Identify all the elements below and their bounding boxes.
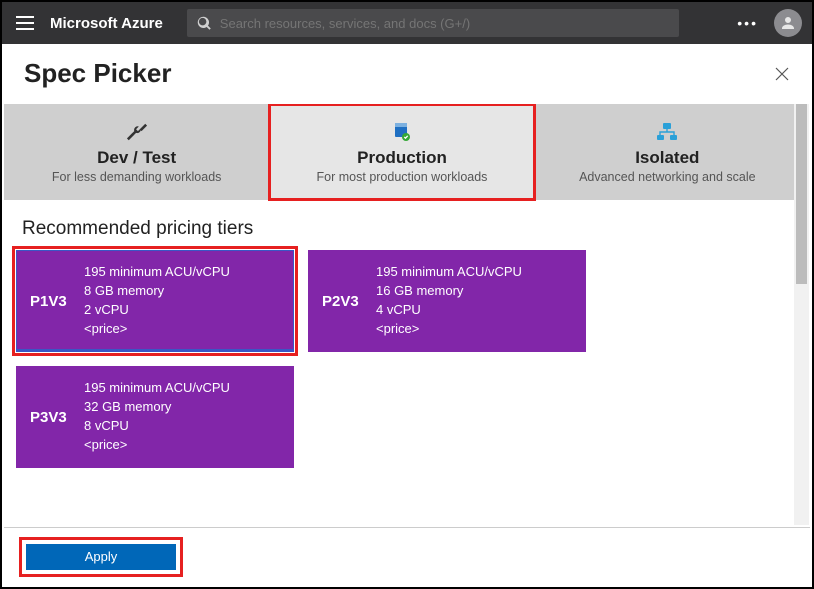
blade-titlebar: Spec Picker xyxy=(2,44,812,99)
tier-vcpu: 4 vCPU xyxy=(376,301,522,320)
tools-icon xyxy=(126,120,148,144)
brand-label: Microsoft Azure xyxy=(50,15,163,32)
menu-icon[interactable] xyxy=(12,12,34,34)
tab-subtitle: For most production workloads xyxy=(317,170,488,184)
close-button[interactable] xyxy=(774,66,790,82)
search-icon xyxy=(197,16,212,31)
tab-production[interactable]: Production For most production workloads xyxy=(269,104,534,200)
tier-acu: 195 minimum ACU/vCPU xyxy=(84,263,230,282)
user-avatar[interactable] xyxy=(774,9,802,37)
tier-specs: 195 minimum ACU/vCPU 32 GB memory 8 vCPU… xyxy=(84,379,230,454)
tab-isolated[interactable]: Isolated Advanced networking and scale xyxy=(535,104,800,200)
tier-specs: 195 minimum ACU/vCPU 8 GB memory 2 vCPU … xyxy=(84,263,230,338)
tier-acu: 195 minimum ACU/vCPU xyxy=(376,263,522,282)
server-icon xyxy=(392,120,412,144)
tier-memory: 8 GB memory xyxy=(84,282,230,301)
azure-topbar: Microsoft Azure ••• xyxy=(2,2,812,44)
tab-label: Production xyxy=(357,148,447,168)
person-icon xyxy=(779,14,797,32)
overflow-menu-icon[interactable]: ••• xyxy=(737,15,758,31)
close-icon xyxy=(774,66,790,82)
tab-subtitle: For less demanding workloads xyxy=(52,170,222,184)
apply-button[interactable]: Apply xyxy=(26,544,176,570)
recommended-heading: Recommended pricing tiers xyxy=(4,200,800,250)
tab-devtest[interactable]: Dev / Test For less demanding workloads xyxy=(4,104,269,200)
action-bar: Apply xyxy=(4,527,810,585)
content-scroll[interactable]: Dev / Test For less demanding workloads … xyxy=(4,104,810,525)
tier-specs: 195 minimum ACU/vCPU 16 GB memory 4 vCPU… xyxy=(376,263,522,338)
scrollbar-thumb[interactable] xyxy=(796,104,807,284)
vertical-scrollbar[interactable] xyxy=(794,104,809,525)
tier-memory: 16 GB memory xyxy=(376,282,522,301)
tier-memory: 32 GB memory xyxy=(84,398,230,417)
tier-price: <price> xyxy=(376,320,522,339)
apply-highlight: Apply xyxy=(22,540,180,574)
tier-sku: P1V3 xyxy=(30,293,84,310)
tier-sku: P2V3 xyxy=(322,293,376,310)
tier-vcpu: 8 vCPU xyxy=(84,417,230,436)
pricing-tier-card[interactable]: P1V3 195 minimum ACU/vCPU 8 GB memory 2 … xyxy=(16,250,294,352)
tier-price: <price> xyxy=(84,436,230,455)
pricing-tier-card[interactable]: P2V3 195 minimum ACU/vCPU 16 GB memory 4… xyxy=(308,250,586,352)
category-tabs: Dev / Test For less demanding workloads … xyxy=(4,104,800,200)
tier-sku: P3V3 xyxy=(30,409,84,426)
tier-price: <price> xyxy=(84,320,230,339)
tier-vcpu: 2 vCPU xyxy=(84,301,230,320)
page-title: Spec Picker xyxy=(24,58,171,89)
global-search[interactable] xyxy=(187,9,679,37)
tab-label: Isolated xyxy=(635,148,699,168)
tier-acu: 195 minimum ACU/vCPU xyxy=(84,379,230,398)
tab-subtitle: Advanced networking and scale xyxy=(579,170,756,184)
pricing-tier-card[interactable]: P3V3 195 minimum ACU/vCPU 32 GB memory 8… xyxy=(16,366,294,468)
tab-label: Dev / Test xyxy=(97,148,176,168)
pricing-tier-grid: P1V3 195 minimum ACU/vCPU 8 GB memory 2 … xyxy=(4,250,800,468)
search-input[interactable] xyxy=(220,16,669,31)
network-icon xyxy=(656,120,678,144)
